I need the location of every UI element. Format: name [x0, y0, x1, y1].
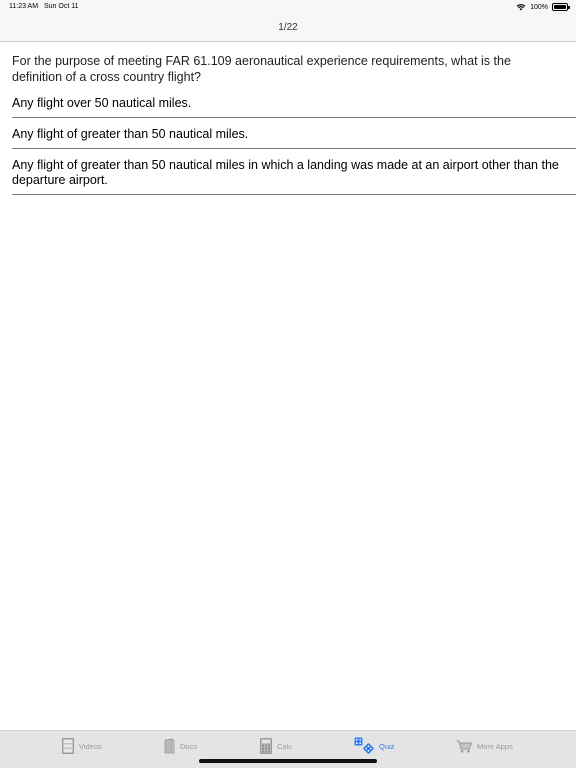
answer-list: Any flight over 50 nautical miles. Any f…	[0, 96, 576, 195]
page-title: 1/22	[278, 22, 298, 33]
quiz-content: For the purpose of meeting FAR 61.109 ae…	[0, 53, 576, 195]
calculator-icon	[260, 738, 272, 754]
answer-option-3[interactable]: Any flight of greater than 50 nautical m…	[12, 149, 576, 195]
tab-quiz[interactable]: Quiz	[354, 731, 394, 761]
quiz-screen: 11:23 AM Sun Oct 11 100% 1/22 For the pu…	[0, 0, 576, 768]
tab-videos[interactable]: Videos	[62, 731, 102, 761]
tab-label: Videos	[79, 741, 102, 751]
tab-label: Calc	[277, 741, 293, 751]
status-date: Sun Oct 11	[44, 3, 79, 10]
tab-docs[interactable]: Docs	[164, 731, 197, 761]
question-text: For the purpose of meeting FAR 61.109 ae…	[12, 54, 511, 84]
docs-icon	[164, 738, 175, 754]
dice-icon	[354, 737, 374, 754]
tab-label: Quiz	[379, 741, 395, 751]
answer-text: Any flight over 50 nautical miles.	[12, 96, 192, 110]
status-time: 11:23 AM	[9, 3, 39, 10]
home-indicator[interactable]	[199, 759, 377, 763]
tab-more-apps[interactable]: More Apps	[456, 731, 513, 761]
status-indicators: 100%	[516, 2, 570, 12]
top-bar: 11:23 AM Sun Oct 11 100% 1/22	[0, 0, 576, 42]
tab-bar: Videos Docs Calc Quiz More Apps	[0, 730, 576, 768]
answer-text: Any flight of greater than 50 nautical m…	[12, 158, 559, 187]
tab-calc[interactable]: Calc	[260, 731, 292, 761]
wifi-icon	[516, 4, 526, 11]
answer-option-1[interactable]: Any flight over 50 nautical miles.	[12, 96, 576, 118]
answer-option-2[interactable]: Any flight of greater than 50 nautical m…	[12, 118, 576, 149]
cart-icon	[456, 740, 472, 753]
videos-icon	[62, 738, 74, 754]
tab-label: More Apps	[477, 741, 513, 751]
battery-percent: 100%	[530, 3, 548, 11]
tab-label: Docs	[180, 741, 198, 751]
answer-text: Any flight of greater than 50 nautical m…	[12, 127, 249, 141]
battery-icon	[552, 3, 570, 11]
